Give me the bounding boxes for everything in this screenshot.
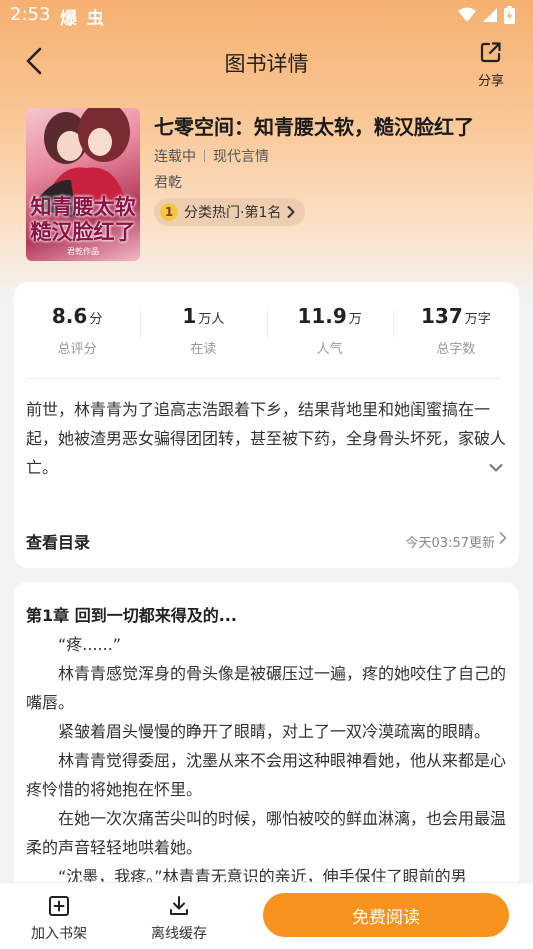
stat-value: 11.9: [297, 304, 347, 328]
book-title: 七零空间：知青腰太软，糙汉脸红了: [154, 115, 474, 139]
stat-label: 总评分: [57, 342, 97, 357]
offline-cache-label: 离线缓存: [151, 926, 207, 942]
add-to-shelf-button[interactable]: 加入书架: [19, 895, 99, 943]
chapter-preview-text: “疼......” 林青青感觉浑身的骨头像是被碾压过一遍，疼的她咬住了自己的嘴唇…: [26, 630, 508, 882]
meta-divider: [204, 150, 205, 162]
download-icon: [170, 896, 188, 915]
rank-text: 分类热门·第1名: [184, 205, 282, 221]
preview-paragraph: 在她一次次痛苦尖叫的时候，哪怕被咬的鲜血淋漓，也会用最温柔的声音轻轻地哄着她。: [26, 809, 507, 857]
stat-unit: 分: [89, 312, 103, 327]
toc-update-time: 今天03:57更新: [405, 536, 495, 551]
stat-popularity: 11.9 万 人气: [266, 304, 393, 364]
book-author[interactable]: 君乾: [154, 172, 182, 192]
cover-title: 知青腰太软 糙汉脸红了: [30, 194, 136, 244]
preview-paragraph: 林青青感觉浑身的骨头像是被碾压过一遍，疼的她咬住了自己的嘴唇。: [26, 664, 507, 712]
add-bookshelf-icon: [49, 896, 69, 916]
divider: [26, 378, 501, 379]
chapter-title: 第1章 回到一切都来得及的...: [26, 606, 237, 625]
share-label: 分享: [477, 74, 504, 89]
page-title: 图书详情: [224, 52, 309, 76]
stat-label: 总字数: [436, 342, 476, 357]
stat-unit: 万人: [198, 312, 225, 327]
stat-rating: 8.6 分 总评分: [14, 304, 140, 364]
status-notification-icons: 爆 虫: [60, 9, 106, 29]
status-time: 2:53: [10, 4, 51, 25]
wifi-icon: [458, 7, 476, 22]
table-of-contents-row[interactable]: 查看目录 今天03:57更新: [26, 526, 507, 556]
share-icon: [480, 42, 501, 63]
chevron-right-icon: [499, 532, 507, 544]
bottom-action-bar: 加入书架 离线缓存 免费阅读: [0, 882, 533, 949]
book-cover[interactable]: 知青腰太软 糙汉脸红了 君乾作品: [26, 108, 140, 261]
preview-paragraph: 林青青觉得委屈，沈墨从来不会用这种眼神看她，他从来都是心疼怜惜的将她抱在怀里。: [26, 751, 507, 799]
book-category[interactable]: 现代言情: [213, 146, 269, 166]
book-info-card: 8.6 分 总评分 1 万人 在读 11.9 万 人气 137 万字 总字数 前世，林青…: [14, 282, 519, 568]
status-bar: 2:53 爆 虫: [0, 0, 533, 32]
stat-unit: 万: [348, 312, 362, 327]
expand-synopsis-button[interactable]: [489, 458, 503, 477]
rank-number: 1: [160, 203, 178, 221]
chevron-right-icon: [287, 206, 295, 218]
free-read-button[interactable]: 免费阅读: [263, 893, 509, 937]
stat-label: 在读: [190, 342, 217, 357]
nav-bar: 图书详情 分享: [0, 32, 533, 92]
stat-label: 人气: [316, 342, 343, 357]
stat-value: 1: [182, 304, 197, 328]
book-meta: 连载中 现代言情: [154, 146, 269, 166]
chevron-down-icon: [489, 464, 503, 472]
book-header: 知青腰太软 糙汉脸红了 君乾作品 七零空间：知青腰太软，糙汉脸红了 连载中 现代…: [26, 108, 516, 263]
book-synopsis: 前世，林青青为了追高志浩跟着下乡，结果背地里和她闺蜜搞在一起，她被渣男恶女骗得团…: [26, 400, 507, 477]
stat-unit: 万字: [464, 312, 491, 327]
preview-paragraph: “疼......”: [58, 635, 122, 654]
toc-label: 查看目录: [26, 533, 91, 552]
book-status: 连载中: [154, 149, 196, 165]
stat-readers: 1 万人 在读: [140, 304, 266, 364]
share-button[interactable]: 分享: [471, 40, 511, 90]
chapter-preview-card: 第1章 回到一切都来得及的... “疼......” 林青青感觉浑身的骨头像是被…: [14, 582, 519, 882]
stat-value: 8.6: [51, 304, 88, 328]
add-to-shelf-label: 加入书架: [31, 926, 87, 942]
offline-cache-button[interactable]: 离线缓存: [139, 895, 219, 943]
status-icons: [458, 6, 515, 24]
cover-author: 君乾作品: [67, 247, 99, 256]
battery-icon: [504, 6, 515, 24]
stats-row: 8.6 分 总评分 1 万人 在读 11.9 万 人气 137 万字 总字数: [14, 304, 519, 364]
preview-paragraph: “沈墨，我疼。”林青青无意识的亲近，伸手保住了眼前的男: [58, 867, 467, 882]
stat-word-count: 137 万字 总字数: [392, 304, 519, 364]
rank-badge[interactable]: 1 分类热门·第1名: [154, 198, 306, 226]
stat-value: 137: [420, 304, 463, 328]
preview-paragraph: 紧皱着眉头慢慢的睁开了眼睛，对上了一双冷漠疏离的眼睛。: [58, 722, 491, 741]
signal-icon: [483, 8, 497, 22]
